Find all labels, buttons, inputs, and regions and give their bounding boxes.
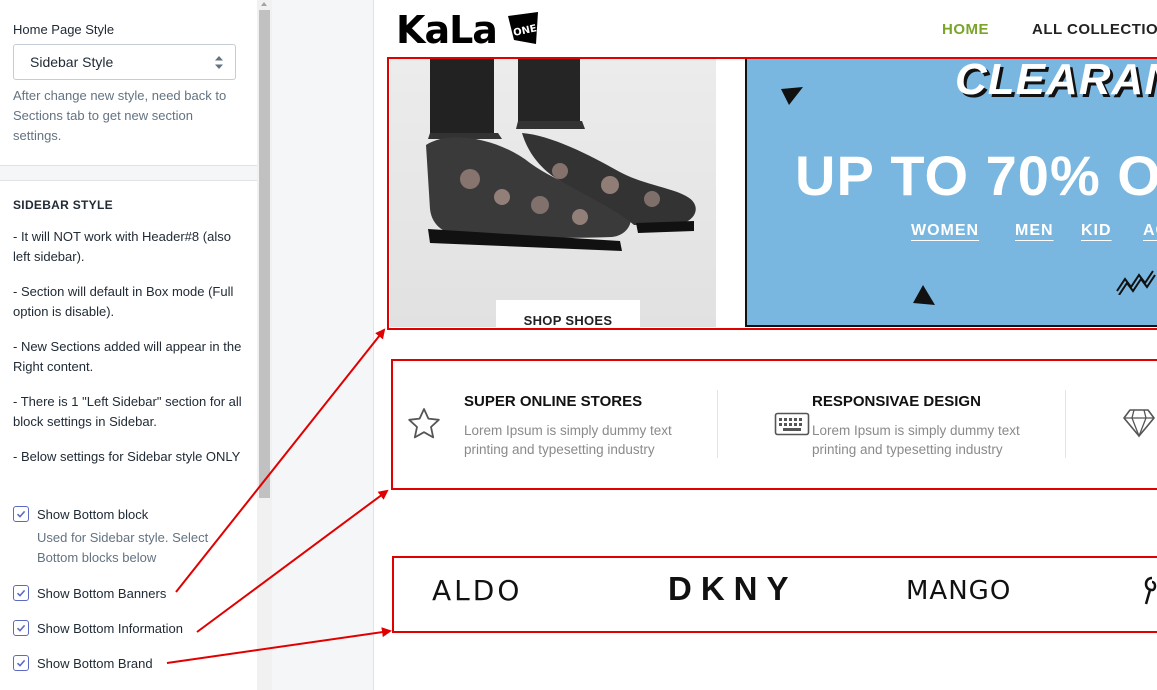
select-arrows-icon (215, 56, 223, 69)
sidebar-note: - New Sections added will appear in the … (13, 339, 242, 374)
nav-all-collection-link[interactable]: ALL COLLECTION (1032, 21, 1157, 38)
sidebar-style-section: SIDEBAR STYLE - It will NOT work with He… (13, 198, 248, 467)
brand-logo-dkny[interactable]: DKNY (668, 570, 798, 608)
info-description: Lorem Ipsum is simply dummy text printin… (812, 423, 1020, 457)
category-kid-link[interactable]: KID (1081, 222, 1112, 240)
scrollbar-thumb[interactable] (259, 10, 270, 498)
information-row: SUPER ONLINE STORES Lorem Ipsum is simpl… (394, 362, 1157, 488)
checkbox-label: Show Bottom block (37, 506, 149, 522)
checkbox-checked-icon[interactable] (13, 585, 29, 601)
home-style-select-value: Sidebar Style (30, 54, 114, 70)
shop-shoes-button[interactable]: SHOP SHOES (496, 300, 640, 327)
brand-logo-mango[interactable]: MANGO (906, 576, 1011, 606)
show-bottom-banners-checkbox[interactable]: Show Bottom Banners (13, 585, 166, 601)
checkbox-checked-icon[interactable] (13, 620, 29, 636)
info-description: Lorem Ipsum is simply dummy text printin… (464, 423, 672, 457)
store-logo[interactable]: KaLa (396, 8, 498, 52)
shoe-illustration (426, 59, 696, 251)
show-bottom-brand-checkbox[interactable]: Show Bottom Brand (13, 655, 153, 671)
storefront-preview: KaLa ONE HOME ALL COLLECTION SHOP SHOES … (374, 0, 1157, 690)
category-men-link[interactable]: MEN (1015, 222, 1054, 240)
sidebar-note: - There is 1 "Left Sidebar" section for … (13, 394, 242, 429)
info-title: SUPER ONLINE STORES (464, 393, 643, 410)
divider (1065, 390, 1066, 458)
sidebar-style-heading: SIDEBAR STYLE (13, 198, 113, 212)
show-bottom-block-checkbox[interactable]: Show Bottom block (13, 506, 148, 522)
category-women-link[interactable]: WOMEN (911, 222, 979, 240)
category-accessories-link[interactable]: ACCESSORIES (1143, 222, 1157, 240)
show-bottom-block-help: Used for Sidebar style. Select Bottom bl… (37, 530, 209, 565)
star-icon (408, 408, 440, 439)
keyboard-icon (774, 412, 810, 436)
logo-badge-icon: ONE (508, 12, 538, 44)
home-style-select[interactable]: Sidebar Style (13, 44, 236, 80)
home-style-label: Home Page Style (13, 22, 115, 37)
checkbox-label: Show Bottom Brand (37, 655, 153, 671)
sidebar-note: - Below settings for Sidebar style ONLY (13, 449, 241, 464)
clearance-title: CLEARANCE (955, 59, 1157, 104)
triangle-decoration-icon (781, 87, 803, 105)
preview-gutter (272, 0, 373, 690)
settings-scrollbar[interactable] (257, 0, 272, 690)
home-style-help: After change new style, need back to Sec… (13, 88, 227, 143)
nav-home-link[interactable]: HOME (942, 21, 989, 38)
diamond-icon (1123, 409, 1155, 438)
divider (0, 180, 257, 181)
checkbox-label: Show Bottom Banners (37, 585, 167, 601)
theme-settings-panel: Home Page Style Sidebar Style After chan… (0, 0, 257, 690)
clearance-banner[interactable]: CLEARANCE UP TO 70% OFF WOMEN MEN KID AC… (745, 59, 1157, 327)
scroll-up-arrow-icon[interactable] (261, 2, 267, 6)
checkbox-checked-icon[interactable] (13, 506, 29, 522)
sidebar-note: - Section will default in Box mode (Full… (13, 284, 234, 319)
section-gap (0, 166, 257, 180)
sidebar-note: - It will NOT work with Header#8 (also l… (13, 229, 231, 264)
shoe-banner[interactable]: SHOP SHOES (390, 59, 716, 327)
brand-logo-aldo[interactable]: ALDO (432, 574, 522, 607)
show-bottom-information-checkbox[interactable]: Show Bottom Information (13, 620, 183, 636)
checkbox-checked-icon[interactable] (13, 655, 29, 671)
checkbox-label: Show Bottom Information (37, 620, 183, 636)
info-title: RESPONSIVAE DESIGN (812, 393, 981, 410)
zigzag-decoration-icon (1116, 270, 1156, 295)
triangle-decoration-icon (913, 285, 935, 305)
discount-headline: UP TO 70% OFF (795, 144, 1157, 207)
home-style-section: Home Page Style Sidebar Style After chan… (0, 0, 257, 146)
partial-brand-logo-icon (1144, 576, 1157, 605)
divider (717, 390, 718, 458)
